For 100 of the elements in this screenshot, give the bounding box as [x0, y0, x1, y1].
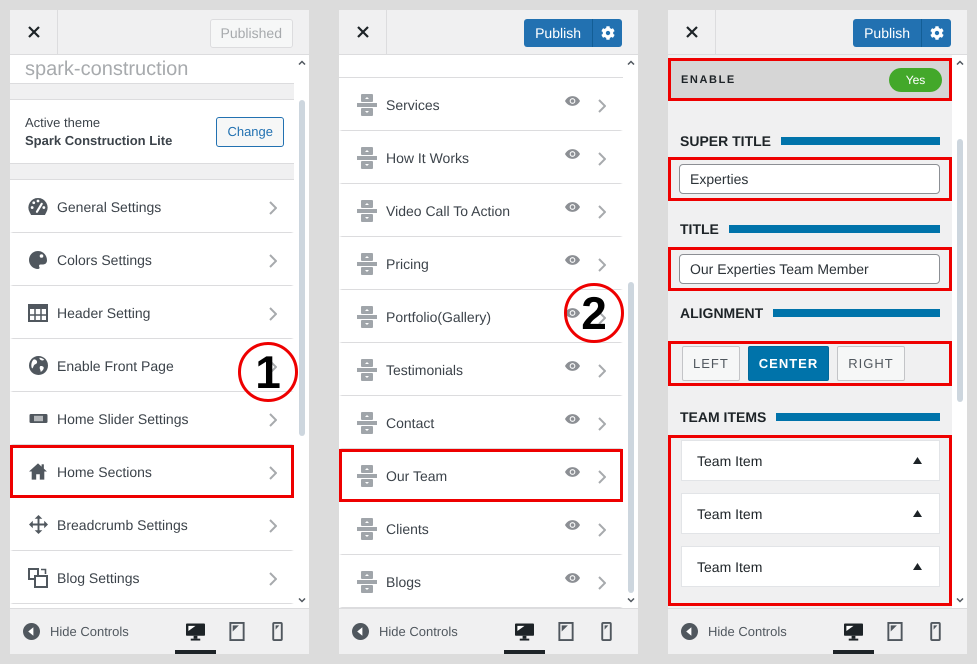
triangle-up-icon: [913, 457, 922, 464]
text-input[interactable]: Our Experties Team Member: [679, 254, 940, 284]
section-icon: [357, 412, 377, 434]
eye-icon: [565, 414, 580, 424]
home-icon: [29, 463, 47, 480]
scroll-up-icon: [298, 60, 306, 65]
palette-icon: [29, 250, 47, 268]
chevron-right-icon: [598, 99, 606, 113]
chevron-right-icon: [269, 307, 277, 321]
theme-caption: Active theme: [25, 115, 102, 130]
tablet-icon: [886, 622, 902, 641]
circle-arrow-left-icon: [23, 623, 40, 640]
step-marker: 2: [564, 283, 624, 343]
gear-icon: [600, 26, 614, 40]
settings-button[interactable]: [592, 19, 622, 47]
eye-icon: [565, 572, 580, 582]
globe-icon: [28, 356, 48, 375]
section-icon: [357, 146, 377, 168]
chevron-right-icon: [269, 519, 277, 533]
team-item[interactable]: Team Item: [681, 493, 940, 534]
section-heading: ALIGNMENT: [680, 305, 764, 321]
eye-icon: [565, 254, 580, 264]
eye-icon: [565, 520, 580, 530]
tablet-icon: [228, 622, 244, 641]
hide-controls-button[interactable]: Hide Controls: [668, 609, 787, 654]
scroll-down-icon: [626, 598, 634, 603]
change-theme-button[interactable]: Change: [216, 116, 284, 146]
close-icon: [356, 26, 368, 38]
alignment-option[interactable]: LEFT: [682, 346, 740, 381]
section-icon: [357, 358, 377, 380]
scroll-up-icon: [956, 60, 964, 65]
section-heading: TITLE: [680, 221, 719, 237]
slides-icon: [28, 414, 48, 423]
section-icon: [357, 464, 377, 486]
chevron-right-icon: [269, 201, 277, 215]
eye-icon: [565, 148, 580, 158]
eye-icon: [565, 308, 580, 318]
close-icon: [28, 26, 40, 38]
chevron-right-icon: [598, 152, 606, 166]
desktop-icon: [186, 622, 205, 640]
chevron-right-icon: [598, 470, 606, 484]
scrollbar-thumb[interactable]: [628, 282, 634, 593]
publish-button[interactable]: Publish: [853, 19, 921, 47]
section-heading: TEAM ITEMS: [680, 409, 766, 425]
chevron-right-icon: [598, 364, 606, 378]
menu-item[interactable]: Home Sections: [10, 445, 294, 498]
eye-icon: [565, 202, 580, 212]
tablet-icon: [558, 622, 574, 641]
mobile-icon: [272, 622, 283, 641]
section-heading: SUPER TITLE: [680, 133, 772, 149]
alignment-option[interactable]: RIGHT: [837, 346, 905, 381]
scroll-down-icon: [298, 598, 306, 603]
gauge-icon: [28, 198, 48, 215]
scroll-down-icon: [956, 598, 964, 603]
chevron-right-icon: [269, 466, 277, 480]
close-icon: [686, 26, 698, 38]
chevron-right-icon: [269, 572, 277, 586]
eye-icon: [565, 360, 580, 370]
chevron-right-icon: [598, 576, 606, 590]
triangle-up-icon: [913, 563, 922, 570]
desktop-icon: [515, 622, 534, 640]
chevron-right-icon: [598, 205, 606, 219]
chevron-right-icon: [598, 311, 606, 325]
section-icon: [357, 200, 377, 222]
publish-button[interactable]: Publish: [524, 19, 592, 47]
scroll-up-icon: [626, 60, 634, 65]
desktop-icon: [844, 622, 863, 640]
eye-icon: [565, 96, 580, 106]
section-icon: [357, 518, 377, 540]
step-marker: 1: [238, 342, 298, 402]
chevron-right-icon: [598, 417, 606, 431]
section-icon: [357, 306, 377, 328]
theme-name: Spark Construction Lite: [25, 133, 172, 148]
chevron-right-icon: [269, 254, 277, 268]
circle-arrow-left-icon: [681, 623, 698, 640]
chevron-right-icon: [598, 258, 606, 272]
team-item[interactable]: Team Item: [681, 440, 940, 481]
gear-icon: [930, 26, 944, 40]
alignment-option[interactable]: CENTER: [748, 346, 830, 381]
enable-label: ENABLE: [681, 74, 736, 86]
team-item[interactable]: Team Item: [681, 546, 940, 587]
triangle-up-icon: [913, 510, 922, 517]
scrollbar-thumb[interactable]: [298, 100, 304, 436]
settings-button[interactable]: [921, 19, 951, 47]
section-icon: [357, 252, 377, 274]
mobile-icon: [601, 622, 612, 641]
hide-controls-button[interactable]: Hide Controls: [339, 609, 458, 654]
mobile-icon: [930, 622, 941, 641]
menu-item[interactable]: Our Team: [339, 449, 623, 502]
section-icon: [357, 570, 377, 592]
text-input[interactable]: Experties: [679, 164, 940, 194]
section-icon: [357, 94, 377, 116]
eye-icon: [565, 466, 580, 476]
chevron-right-icon: [598, 523, 606, 537]
hide-controls-button[interactable]: Hide Controls: [10, 609, 129, 654]
circle-arrow-left-icon: [352, 623, 369, 640]
table-grid-icon: [28, 304, 48, 322]
chevron-right-icon: [269, 413, 277, 427]
scrollbar-thumb[interactable]: [956, 139, 962, 402]
pages-icon: [28, 568, 48, 588]
